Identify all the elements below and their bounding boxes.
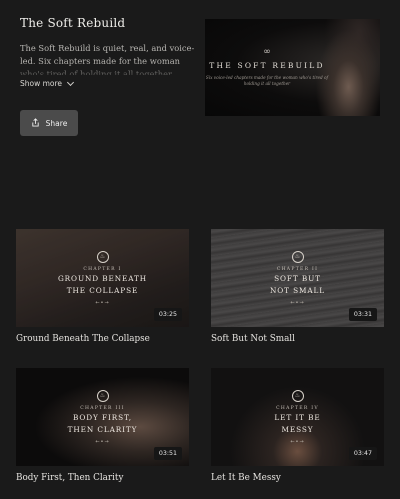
collection-title: The Soft Rebuild (20, 16, 126, 30)
share-button[interactable]: Share (20, 110, 78, 136)
video-thumbnail[interactable]: ♨ CHAPTER I GROUND BENEATH THE COLLAPSE … (16, 229, 189, 327)
flame-emblem-icon: ♨ (291, 389, 304, 402)
collection-cover-image: ∞ THE SOFT REBUILD Six voice-led chapter… (205, 19, 380, 116)
share-label: Share (45, 118, 68, 128)
share-icon (31, 117, 40, 129)
video-thumbnail[interactable]: ♨ CHAPTER III BODY FIRST, THEN CLARITY ←… (16, 368, 189, 466)
arrow-ornament-icon: ←•→ (290, 438, 305, 445)
thumb-title-line: THE COLLAPSE (66, 285, 139, 295)
arrow-ornament-icon: ←•→ (95, 438, 110, 445)
video-title[interactable]: Let It Be Messy (211, 473, 384, 483)
chapter-label: CHAPTER I (83, 266, 122, 272)
cover-subtitle: Six voice-led chapters made for the woma… (205, 75, 329, 86)
thumb-title-line: GROUND BENEATH (57, 273, 148, 283)
video-card[interactable]: ♨ CHAPTER III BODY FIRST, THEN CLARITY ←… (16, 368, 189, 483)
collection-description: The Soft Rebuild is quiet, real, and voi… (20, 43, 195, 75)
arrow-ornament-icon: ←•→ (95, 299, 110, 306)
video-title[interactable]: Ground Beneath The Collapse (16, 334, 189, 344)
thumb-title-line: THEN CLARITY (67, 424, 138, 434)
video-card[interactable]: ♨ CHAPTER II SOFT BUT NOT SMALL ←•→ 03:3… (211, 229, 384, 344)
chapter-label: CHAPTER II (276, 266, 319, 272)
video-card[interactable]: ♨ CHAPTER I GROUND BENEATH THE COLLAPSE … (16, 229, 189, 344)
chapter-label: CHAPTER III (80, 405, 125, 411)
thumb-title-line: NOT SMALL (269, 285, 326, 295)
duration-badge: 03:25 (153, 308, 182, 321)
chapter-label: CHAPTER IV (276, 405, 319, 411)
video-thumbnail[interactable]: ♨ CHAPTER IV LET IT BE MESSY ←•→ 03:47 (211, 368, 384, 466)
thumb-title-line: SOFT BUT (274, 273, 321, 283)
duration-badge: 03:51 (153, 447, 182, 460)
show-more-toggle[interactable]: Show more (20, 78, 198, 88)
flame-emblem-icon: ♨ (291, 250, 304, 263)
video-title[interactable]: Soft But Not Small (211, 334, 384, 344)
flame-emblem-icon: ♨ (96, 389, 109, 402)
cover-title: THE SOFT REBUILD (209, 61, 325, 70)
collection-header: The Soft Rebuild The Soft Rebuild is qui… (20, 16, 198, 88)
show-more-label: Show more (20, 79, 63, 88)
chevron-down-icon (67, 78, 75, 86)
thumb-title-line: BODY FIRST, (73, 412, 132, 422)
duration-badge: 03:47 (348, 447, 377, 460)
video-thumbnail[interactable]: ♨ CHAPTER II SOFT BUT NOT SMALL ←•→ 03:3… (211, 229, 384, 327)
infinity-icon: ∞ (263, 47, 271, 57)
arrow-ornament-icon: ←•→ (290, 299, 305, 306)
duration-badge: 03:31 (348, 308, 377, 321)
flame-emblem-icon: ♨ (96, 250, 109, 263)
video-title[interactable]: Body First, Then Clarity (16, 473, 189, 483)
video-card[interactable]: ♨ CHAPTER IV LET IT BE MESSY ←•→ 03:47 L… (211, 368, 384, 483)
thumb-title-line: MESSY (281, 424, 314, 434)
thumb-title-line: LET IT BE (274, 412, 321, 422)
